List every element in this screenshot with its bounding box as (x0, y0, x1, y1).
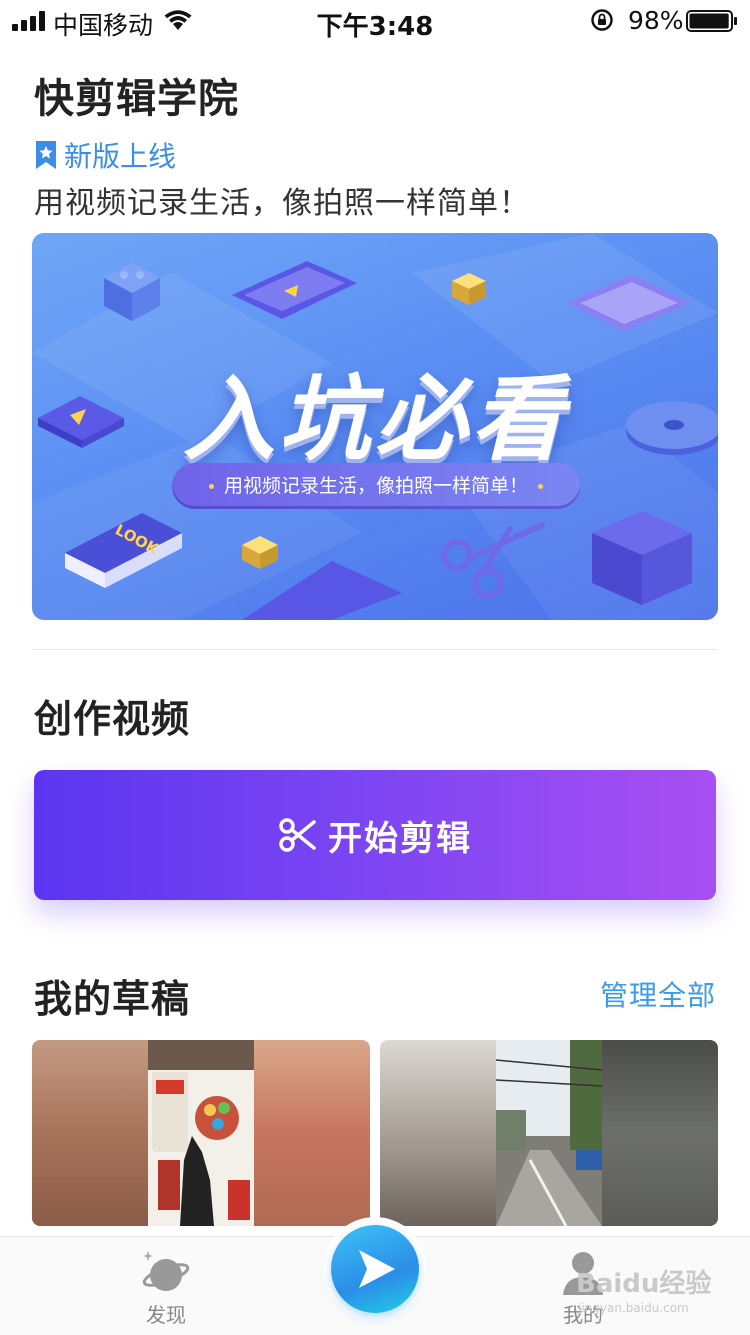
badge-label: 新版上线 (64, 140, 177, 173)
start-edit-label: 开始剪辑 (328, 818, 472, 859)
banner-subtitle: 用视频记录生活，像拍照一样简单！ (223, 475, 528, 497)
page-title: 快剪辑学院 (34, 76, 239, 122)
draft-thumbnail-image (32, 1040, 370, 1226)
start-edit-button[interactable]: 开始剪辑 (34, 770, 716, 900)
scissors-icon (279, 818, 316, 852)
center-play-tab[interactable] (323, 1217, 427, 1321)
status-bar: 中国移动 下午3:48 98% (0, 0, 750, 42)
play-icon (359, 1250, 395, 1288)
battery-percent: 98% (628, 6, 684, 35)
draft-thumbnail[interactable] (32, 1040, 370, 1226)
watermark-brand: Baidu经验 (576, 1268, 711, 1299)
section-divider (32, 649, 718, 650)
drafts-section-title: 我的草稿 (34, 977, 191, 1021)
tab-discover[interactable]: 发现 (106, 1249, 226, 1328)
bookmark-star-icon (36, 141, 56, 169)
draft-thumbnail[interactable] (380, 1040, 718, 1226)
create-section-title: 创作视频 (34, 697, 191, 741)
orientation-lock-icon (591, 9, 613, 31)
battery-icon (686, 10, 737, 32)
academy-banner[interactable]: 入坑必看 用视频记录生活，像拍照一样简单！ LOOK (32, 233, 718, 620)
banner-headline: 入坑必看 (182, 366, 567, 473)
draft-thumbnail-image (380, 1040, 718, 1226)
baidu-jingyan-watermark: Baidu经验 jingyan.baidu.com (576, 1268, 711, 1315)
new-version-badge[interactable]: 新版上线 (34, 138, 177, 173)
watermark-url: jingyan.baidu.com (577, 1301, 689, 1315)
tab-discover-label: 发现 (146, 1303, 186, 1327)
play-button[interactable] (331, 1225, 419, 1313)
tagline: 用视频记录生活，像拍照一样简单！ (34, 186, 530, 221)
manage-all-link[interactable]: 管理全部 (600, 974, 716, 1014)
planet-icon (142, 1251, 190, 1291)
banner-subtitle-pill: 用视频记录生活，像拍照一样简单！ (172, 463, 580, 509)
